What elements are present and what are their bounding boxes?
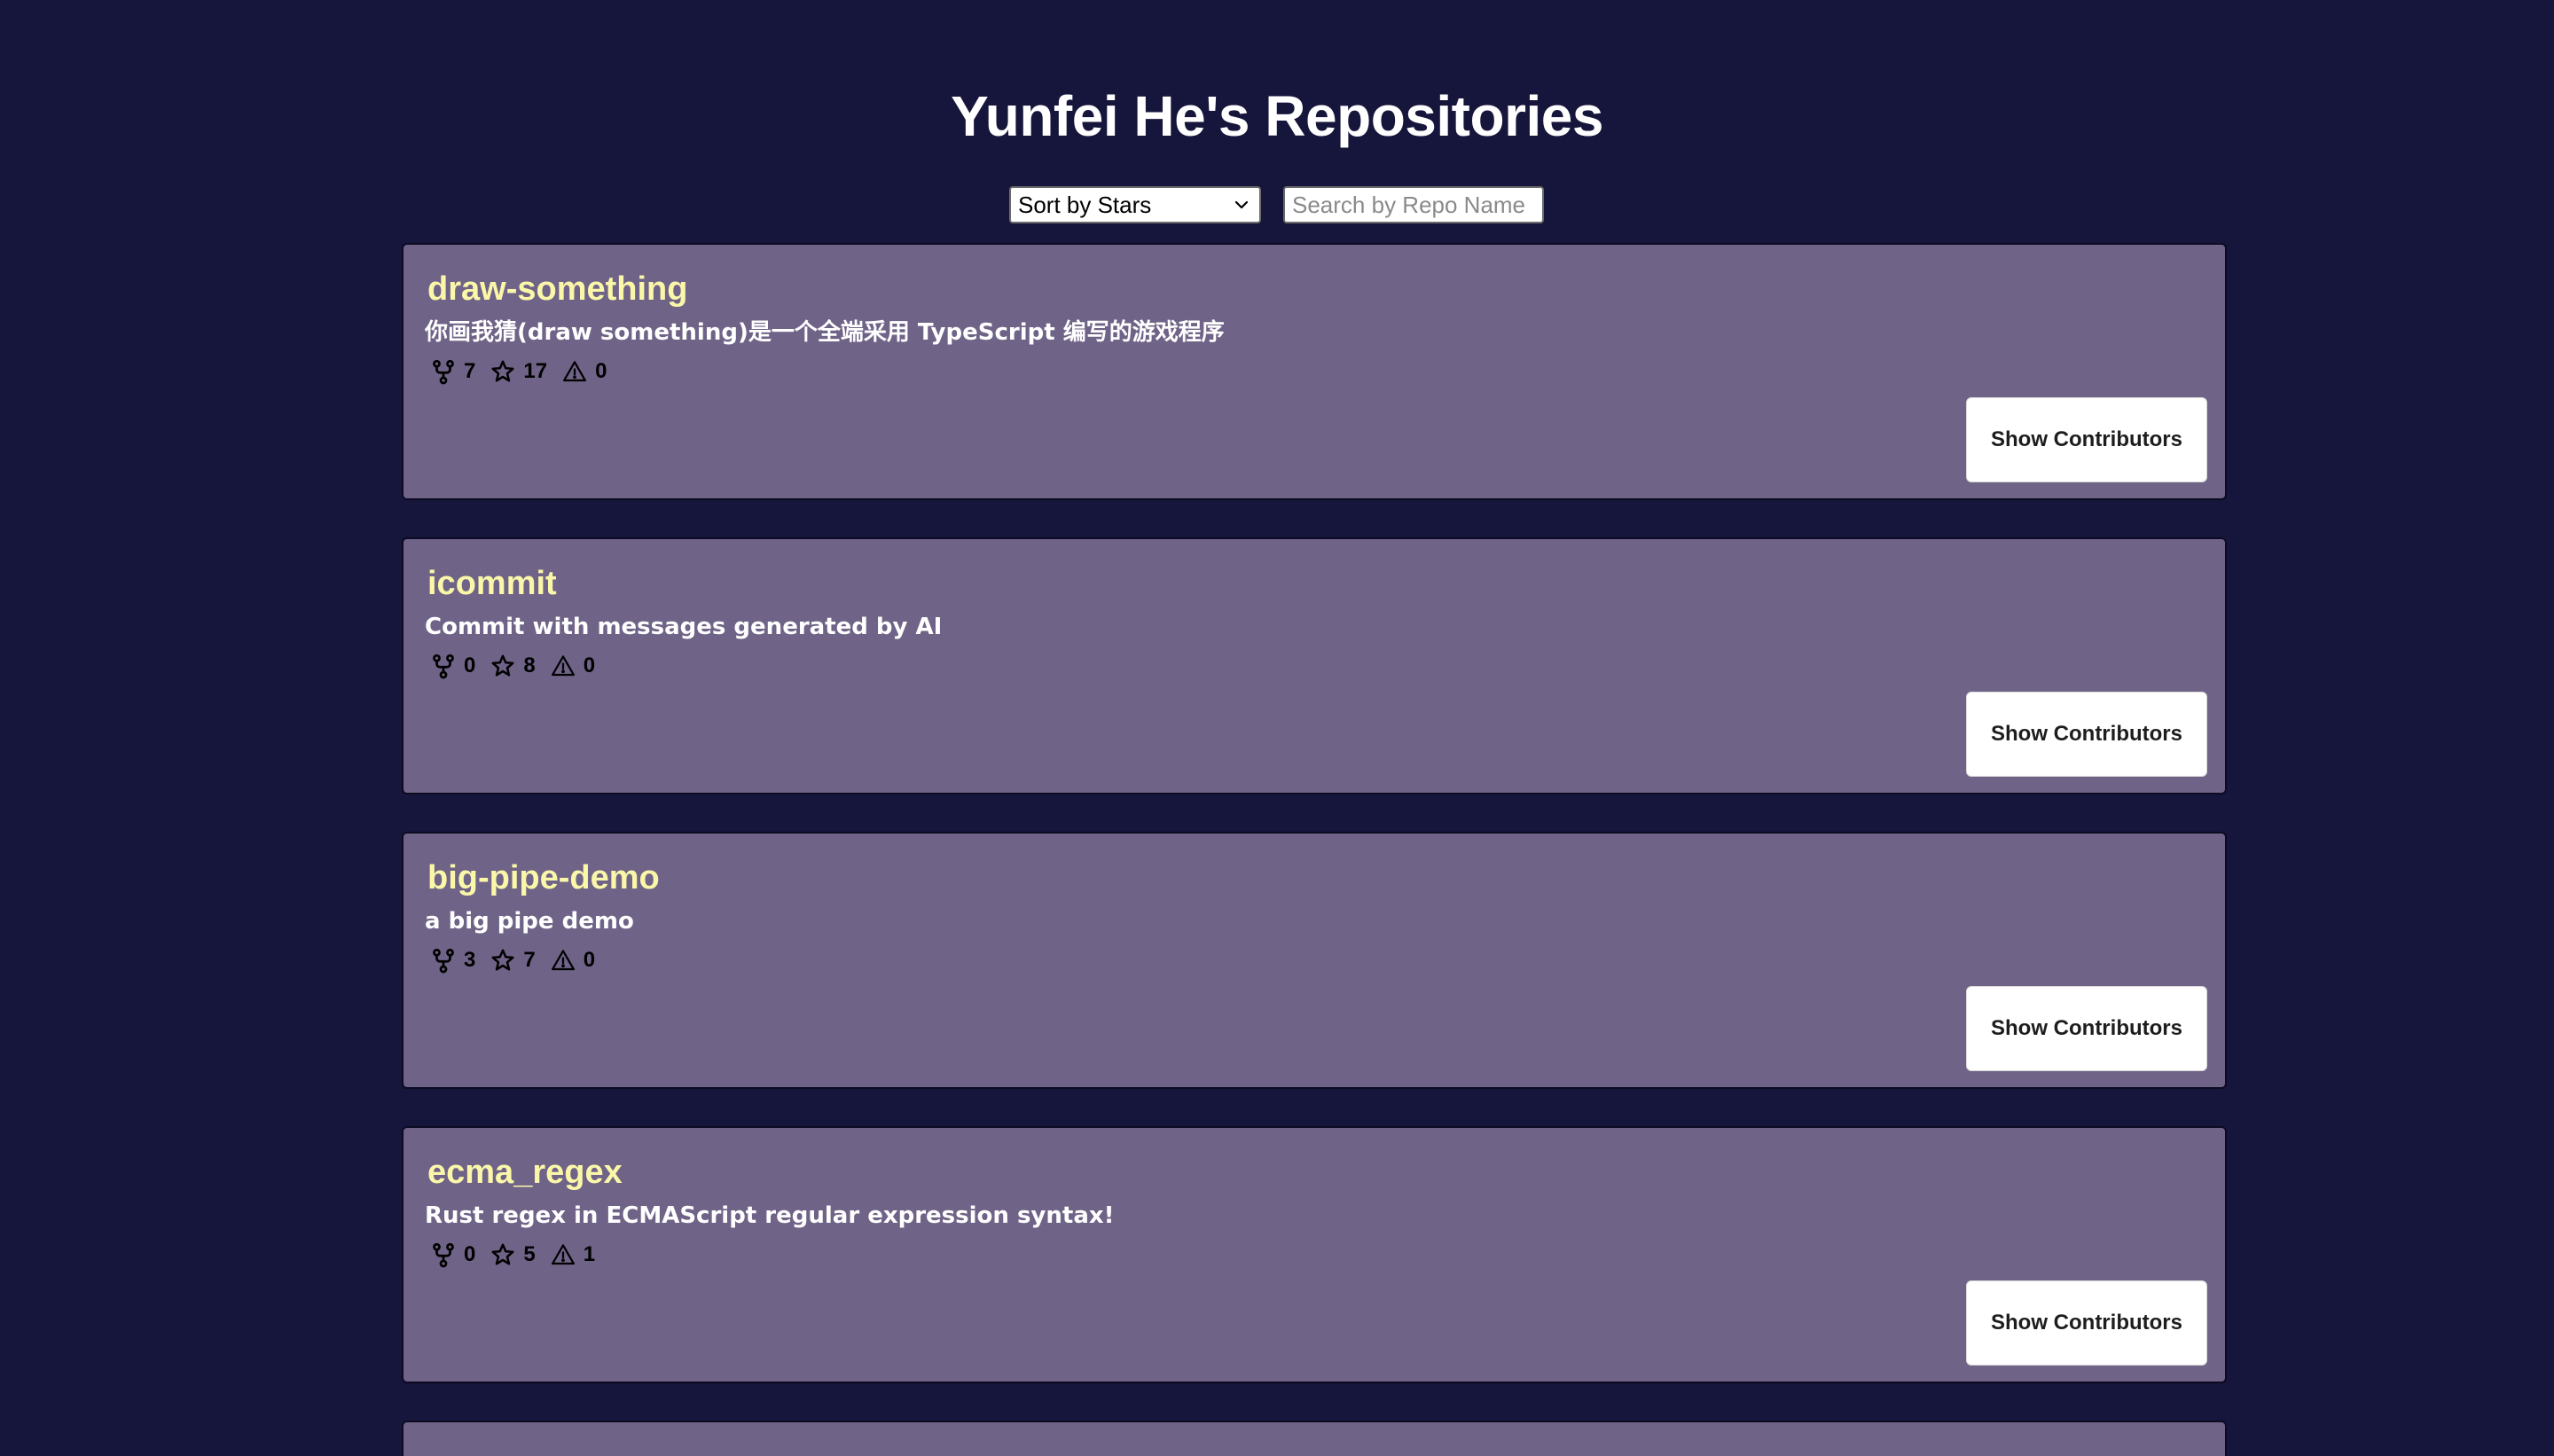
repo-card: icommit Commit with messages generated b…	[402, 537, 2227, 795]
repo-name[interactable]: ecma_regex	[427, 1151, 623, 1194]
repo-list: draw-something 你画我猜(draw something)是一个全端…	[402, 243, 2227, 1456]
sort-select-value: Sort by Stars	[1018, 192, 1152, 218]
issue-count: 0	[595, 359, 607, 383]
repo-card: big-pipe-demo a big pipe demo 3 7 0 Show…	[402, 832, 2227, 1089]
sort-select[interactable]: Sort by Stars	[1009, 186, 1261, 223]
fork-icon	[433, 359, 454, 385]
repo-card-partial	[402, 1421, 2227, 1456]
warning-triangle-icon	[563, 361, 587, 382]
repo-stats: 7 17 0	[430, 356, 621, 387]
repo-name[interactable]: big-pipe-demo	[427, 857, 660, 899]
page-title: Yunfei He's Repositories	[951, 84, 1603, 148]
repo-stats: 0 5 1	[430, 1240, 609, 1270]
fork-icon	[433, 948, 454, 974]
fork-count: 3	[464, 948, 476, 972]
fork-count: 0	[464, 1242, 476, 1266]
repo-stats: 3 7 0	[430, 945, 609, 975]
repo-name[interactable]: icommit	[427, 562, 557, 605]
warning-triangle-icon	[551, 655, 575, 677]
star-icon	[491, 949, 514, 971]
show-contributors-button[interactable]: Show Contributors	[1966, 986, 2207, 1071]
star-count: 5	[523, 1242, 536, 1266]
star-icon	[491, 1243, 514, 1265]
repo-card: ecma_regex Rust regex in ECMAScript regu…	[402, 1126, 2227, 1383]
repo-stats: 0 8 0	[430, 651, 609, 681]
repo-description: Rust regex in ECMAScript regular express…	[425, 1202, 1115, 1229]
repo-description: 你画我猜(draw something)是一个全端采用 TypeScript 编…	[425, 319, 1225, 346]
fork-count: 7	[464, 359, 476, 383]
star-count: 17	[523, 359, 548, 383]
warning-triangle-icon	[551, 1244, 575, 1265]
show-contributors-button[interactable]: Show Contributors	[1966, 1280, 2207, 1366]
warning-triangle-icon	[551, 950, 575, 971]
fork-icon	[433, 654, 454, 679]
repo-description: Commit with messages generated by AI	[425, 614, 943, 640]
fork-icon	[433, 1242, 454, 1268]
repo-card: draw-something 你画我猜(draw something)是一个全端…	[402, 243, 2227, 500]
star-icon	[491, 360, 514, 382]
issue-count: 1	[583, 1242, 596, 1266]
star-count: 8	[523, 654, 536, 677]
star-icon	[491, 654, 514, 677]
chevron-down-icon	[1234, 200, 1249, 209]
fork-count: 0	[464, 654, 476, 677]
repo-name[interactable]: draw-something	[427, 268, 687, 310]
issue-count: 0	[583, 654, 596, 677]
show-contributors-button[interactable]: Show Contributors	[1966, 397, 2207, 482]
show-contributors-button[interactable]: Show Contributors	[1966, 692, 2207, 777]
issue-count: 0	[583, 948, 596, 972]
star-count: 7	[523, 948, 536, 972]
repo-description: a big pipe demo	[425, 908, 634, 935]
search-input[interactable]	[1283, 186, 1544, 223]
